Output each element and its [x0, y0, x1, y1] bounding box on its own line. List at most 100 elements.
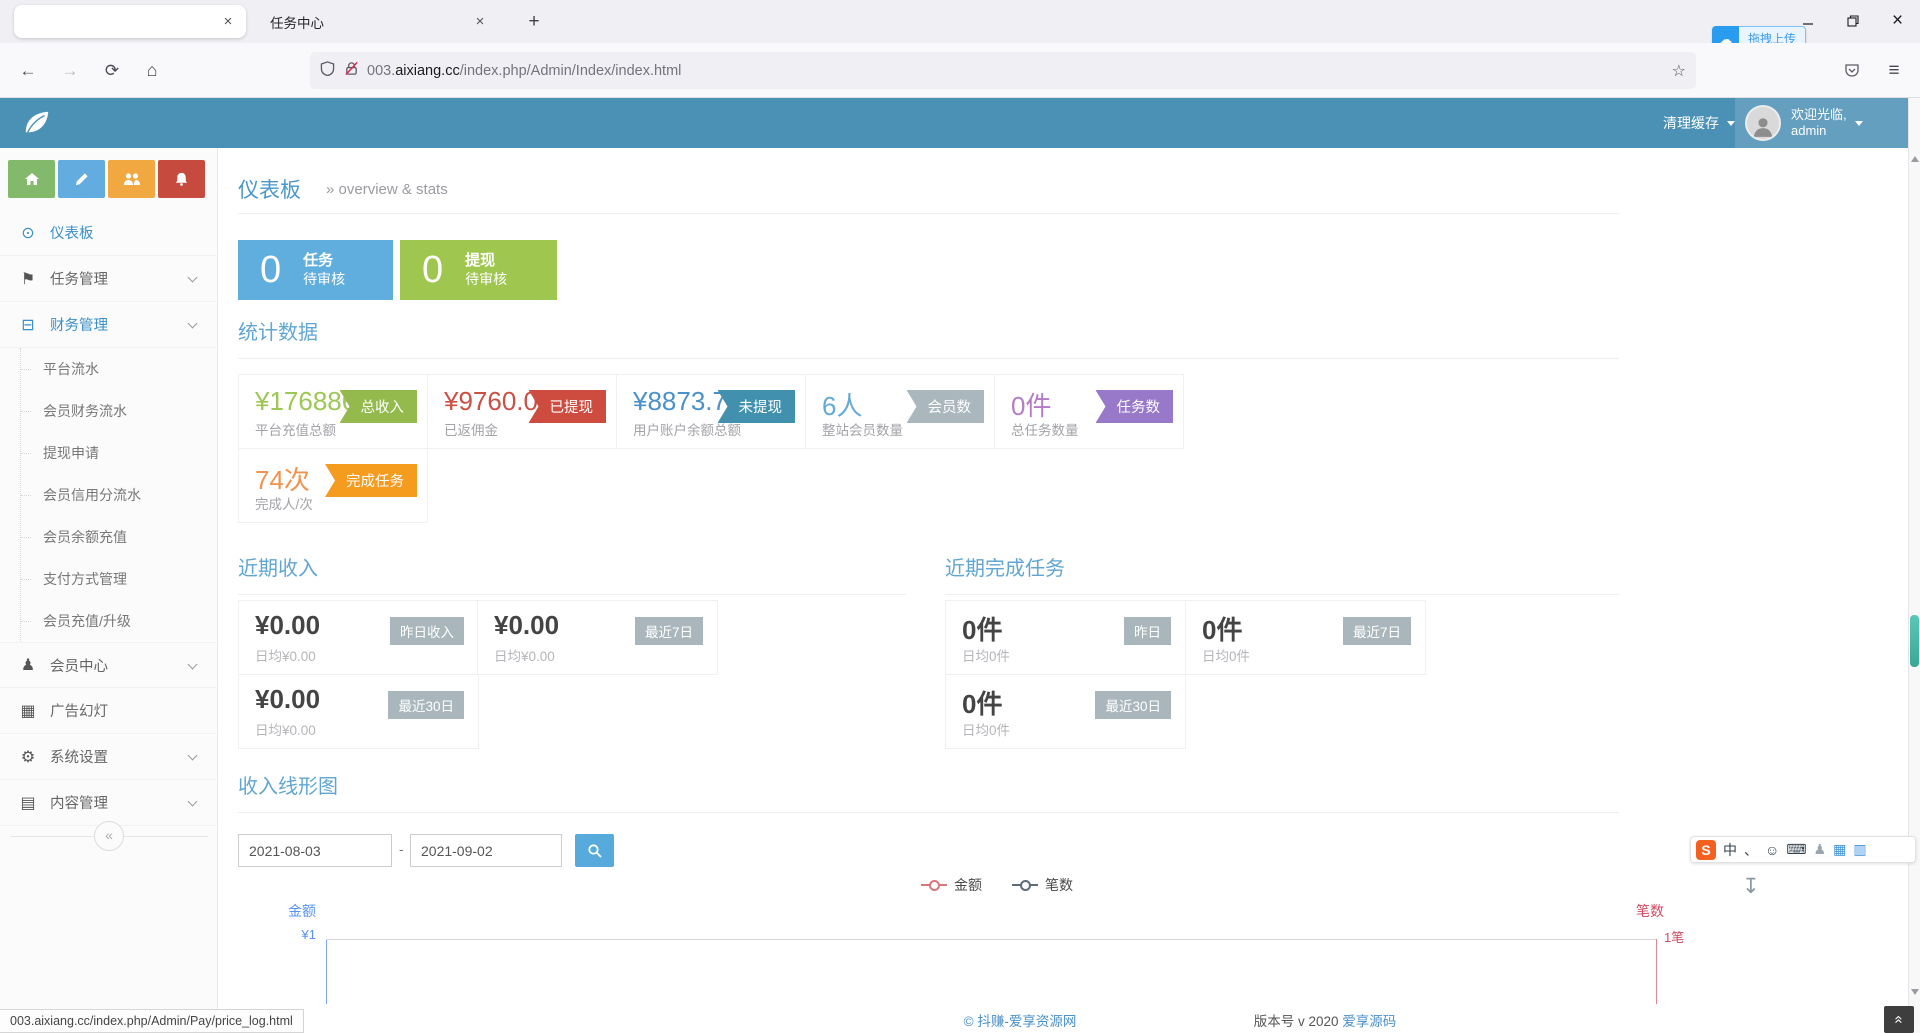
scrollbar-thumb[interactable] — [1910, 615, 1919, 667]
caret-down-icon — [1727, 121, 1735, 126]
stat-badge: 总收入 — [340, 390, 418, 423]
toolbox-icon[interactable]: ▦ — [1833, 841, 1846, 858]
copyright-link[interactable]: © 抖赚-爱享资源网 — [964, 1010, 1077, 1030]
clear-cache-dropdown[interactable]: 清理缓存 — [1663, 98, 1735, 148]
chinese-mode-icon[interactable]: 中 — [1723, 840, 1737, 860]
chart-search-button[interactable] — [575, 834, 614, 867]
sidebar-collapse-button[interactable]: « — [94, 821, 124, 851]
legend-item-amount[interactable]: 金额 — [921, 875, 982, 895]
card-line2: 待审核 — [465, 271, 507, 287]
cell-badge: 昨日 — [1124, 617, 1171, 645]
window-minimize-button[interactable] — [1785, 0, 1830, 42]
quick-members-button[interactable] — [108, 160, 155, 198]
new-tab-button[interactable]: + — [520, 9, 548, 35]
window-close-button[interactable]: × — [1875, 0, 1920, 42]
sidebar-subitem-recharge-upgrade[interactable]: 会员充值/升级 — [21, 600, 218, 642]
shield-icon[interactable] — [320, 61, 335, 81]
quick-notifications-button[interactable] — [158, 160, 205, 198]
chevron-down-icon — [188, 797, 198, 807]
cell-badge: 最近30日 — [388, 691, 464, 719]
cell-badge: 最近7日 — [635, 617, 703, 645]
cell-value: ¥0.00 — [255, 610, 320, 641]
scroll-down-arrow-icon[interactable] — [1911, 989, 1919, 995]
sidebar-item-finance-management[interactable]: ⊟ 财务管理 — [0, 302, 218, 348]
window-restore-button[interactable] — [1830, 0, 1875, 42]
book-icon: ▤ — [18, 793, 38, 813]
stat-value: 74次 — [255, 460, 310, 497]
avatar — [1745, 105, 1781, 141]
keyboard-icon[interactable]: ⌨ — [1786, 841, 1806, 858]
breadcrumb: » overview & stats — [326, 181, 448, 198]
home-button[interactable]: ⌂ — [138, 57, 166, 85]
tab-close-icon[interactable]: × — [468, 10, 492, 34]
page-scrollbar[interactable] — [1908, 98, 1920, 1033]
sidebar-item-system-settings[interactable]: ⚙ 系统设置 — [0, 734, 218, 780]
sidebar-subitem-balance-recharge[interactable]: 会员余额充值 — [21, 516, 218, 558]
right-axis-name: 笔数 — [1636, 901, 1664, 921]
sogou-logo-icon[interactable]: S — [1696, 840, 1716, 860]
quick-edit-button[interactable] — [58, 160, 105, 198]
leaf-logo[interactable] — [22, 108, 52, 143]
cell-sub: 日均0件 — [1202, 645, 1250, 665]
browser-tab-task-center[interactable]: 任务中心 × — [256, 5, 498, 38]
reload-button[interactable]: ⟳ — [98, 57, 126, 85]
url-bar[interactable]: 003.aixiang.cc/index.php/Admin/Index/ind… — [310, 52, 1696, 89]
sidebar-subitem-withdraw-request[interactable]: 提现申请 — [21, 432, 218, 474]
pocket-icon[interactable] — [1838, 57, 1866, 85]
chevron-down-icon — [188, 273, 198, 283]
punctuation-icon[interactable]: 、 — [1744, 840, 1758, 860]
cell-value: ¥0.00 — [255, 684, 320, 715]
insecure-lock-icon[interactable] — [344, 61, 359, 81]
finance-icon: ⊟ — [18, 315, 38, 335]
sidebar-item-member-center[interactable]: ♟ 会员中心 — [0, 642, 218, 688]
stat-card-withdrawn: ¥9760.00 已提现 已返佣金 — [427, 374, 617, 449]
sidebar-subitem-member-finance-flow[interactable]: 会员财务流水 — [21, 390, 218, 432]
stat-label: 已返佣金 — [444, 419, 498, 439]
emoji-icon[interactable]: ☺ — [1765, 842, 1779, 858]
download-arrow-icon[interactable]: ↧ — [1742, 874, 1760, 899]
sidebar-subitem-platform-flow[interactable]: 平台流水 — [21, 348, 218, 390]
person-icon[interactable]: ♟ — [1814, 841, 1827, 858]
back-button[interactable]: ← — [14, 57, 42, 85]
bookmark-star-icon[interactable]: ☆ — [1672, 61, 1686, 81]
legend-item-count[interactable]: 笔数 — [1012, 875, 1073, 895]
gear-icon: ⚙ — [18, 747, 38, 767]
stat-card-members: 6人 会员数 整站会员数量 — [805, 374, 995, 449]
tab-close-icon[interactable]: × — [216, 10, 240, 34]
browser-tab-blank[interactable]: × — [14, 5, 246, 38]
url-text[interactable]: 003.aixiang.cc/index.php/Admin/Index/ind… — [367, 63, 681, 79]
stat-label: 总任务数量 — [1011, 419, 1079, 439]
hamburger-menu-icon[interactable]: ≡ — [1880, 57, 1908, 85]
income-cell-7days: ¥0.00 最近7日 日均¥0.00 — [477, 600, 718, 675]
sidebar-subitem-credit-flow[interactable]: 会员信用分流水 — [21, 474, 218, 516]
pending-withdrawals-card[interactable]: 0 提现待审核 — [400, 240, 557, 300]
cell-badge: 最近7日 — [1343, 617, 1411, 645]
line-marker-icon — [1012, 880, 1038, 890]
sidebar-item-dashboard[interactable]: ⊙ 仪表板 — [0, 210, 218, 256]
bell-icon — [174, 171, 189, 187]
stat-value: 0件 — [1011, 386, 1051, 423]
browser-navbar: ← → ⟳ ⌂ 003.aixiang.cc/index.php/Admin/I… — [0, 43, 1920, 98]
sidebar-item-ad-slides[interactable]: ▦ 广告幻灯 — [0, 688, 218, 734]
scroll-up-arrow-icon[interactable] — [1911, 156, 1919, 162]
sidebar-subitem-payment-methods[interactable]: 支付方式管理 — [21, 558, 218, 600]
stat-card-not-withdrawn: ¥8873.73 未提现 用户账户余额总额 — [616, 374, 806, 449]
ime-toolbar[interactable]: S 中 、 ☺ ⌨ ♟ ▦ ▥ — [1690, 836, 1916, 863]
pending-tasks-card[interactable]: 0 任务待审核 — [238, 240, 393, 300]
pending-withdrawals-count: 0 — [422, 249, 443, 292]
card-line2: 待审核 — [303, 271, 345, 287]
stat-card-total-income: ¥176886.0 总收入 平台充值总额 — [238, 374, 428, 449]
sidebar-item-task-management[interactable]: ⚑ 任务管理 — [0, 256, 218, 302]
tab-title: 任务中心 — [256, 12, 468, 32]
user-menu[interactable]: 欢迎光临, admin — [1735, 98, 1908, 148]
version-link[interactable]: 爱享源码 — [1342, 1014, 1396, 1029]
quick-home-button[interactable] — [8, 160, 55, 198]
forward-button[interactable]: → — [56, 57, 84, 85]
skin-icon[interactable]: ▥ — [1853, 841, 1866, 858]
caret-down-icon — [1855, 121, 1863, 126]
stat-badge: 会员数 — [907, 390, 985, 423]
stat-card-completed: 74次 完成任务 完成人/次 — [238, 448, 428, 523]
back-to-top-button[interactable]: « — [1884, 1006, 1914, 1033]
date-from-input[interactable] — [238, 834, 392, 867]
date-to-input[interactable] — [410, 834, 562, 867]
